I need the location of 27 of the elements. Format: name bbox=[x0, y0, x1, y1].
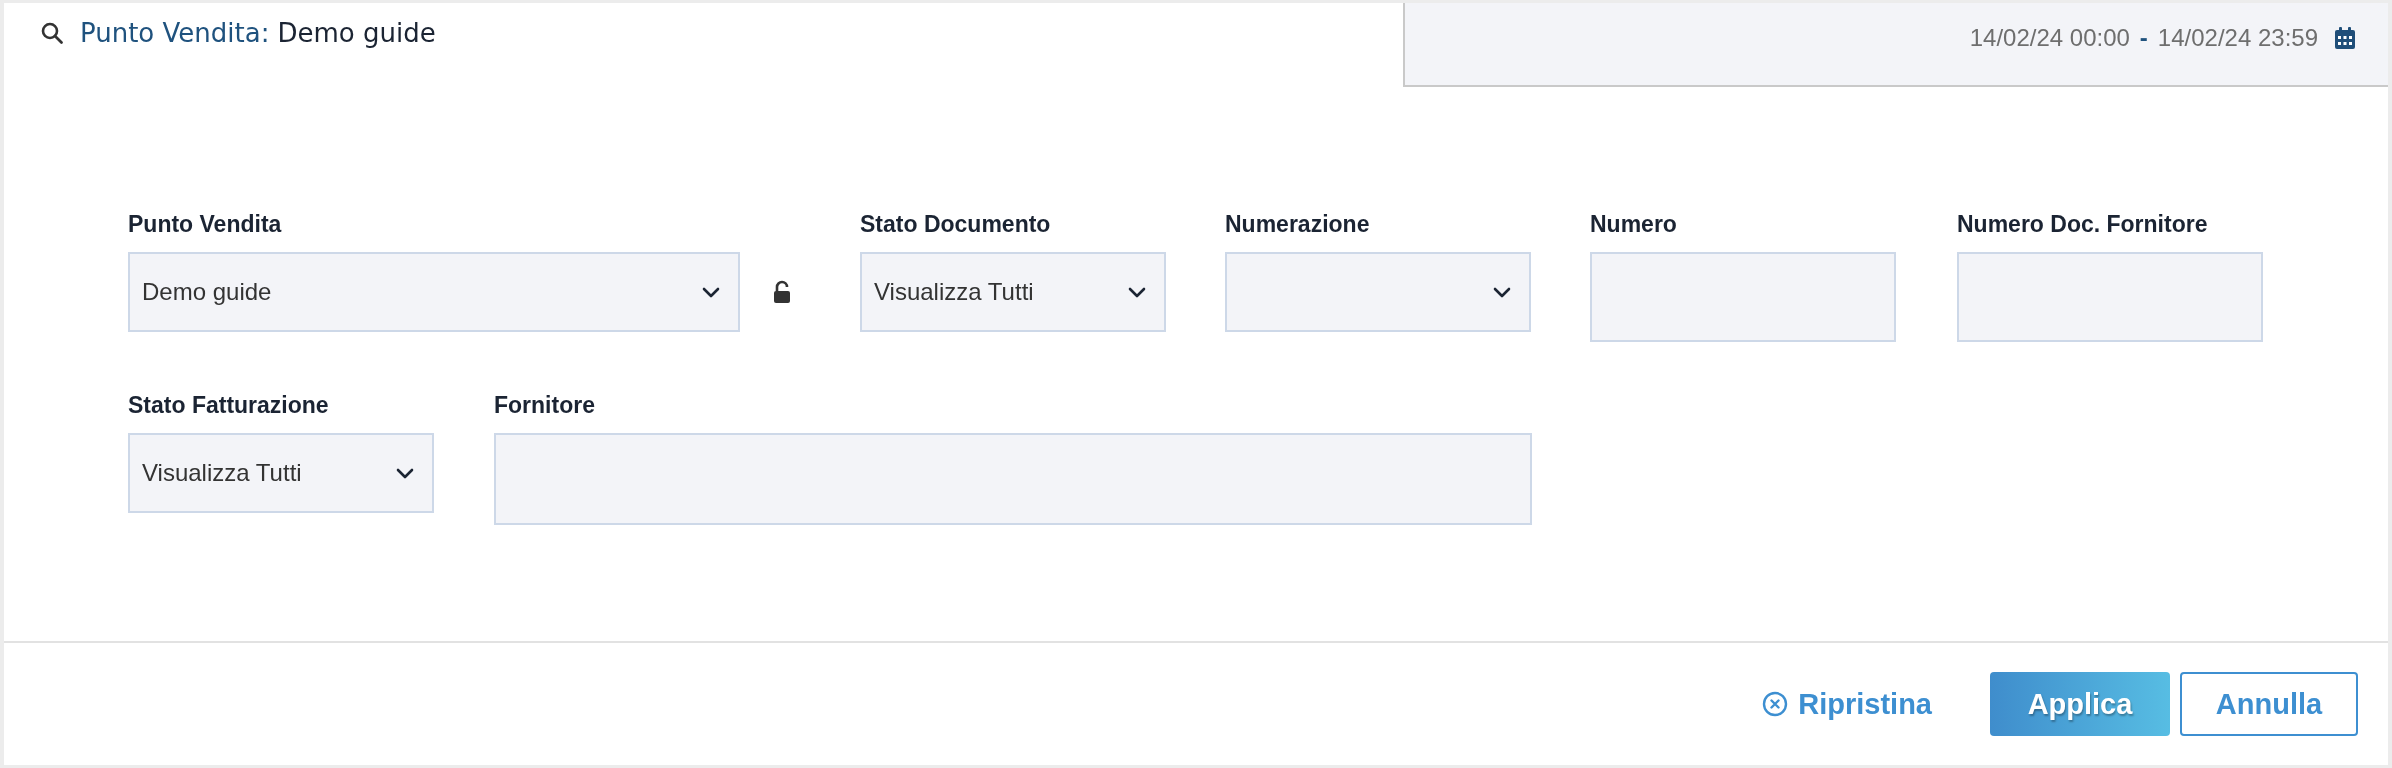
field-label: Numero Doc. Fornitore bbox=[1957, 211, 2209, 238]
field-label: Numero bbox=[1590, 211, 1678, 238]
filter-label: Punto Vendita: bbox=[80, 18, 270, 48]
dropdown-field[interactable]: Visualizza Tutti bbox=[128, 433, 434, 513]
text-input-field[interactable] bbox=[494, 433, 1532, 525]
dropdown-field[interactable]: Visualizza Tutti bbox=[860, 252, 1166, 332]
unlocked-padlock-icon[interactable] bbox=[773, 280, 791, 304]
field-label: Numerazione bbox=[1225, 211, 1371, 238]
chevron-down-icon bbox=[1493, 286, 1511, 298]
search-icon bbox=[40, 21, 64, 45]
field-label: Stato Documento bbox=[860, 211, 1052, 238]
chevron-down-icon bbox=[396, 467, 414, 479]
text-input-field[interactable] bbox=[1957, 252, 2263, 342]
date-start: 14/02/24 00:00 bbox=[1969, 24, 2130, 52]
date-end: 14/02/24 23:59 bbox=[2157, 24, 2318, 52]
chevron-down-icon bbox=[702, 286, 720, 298]
field-label: Fornitore bbox=[494, 392, 596, 419]
field-label: Punto Vendita bbox=[128, 211, 283, 238]
field-label: Stato Fatturazione bbox=[128, 392, 330, 419]
date-separator: - bbox=[2139, 24, 2148, 52]
filter-value: Demo guide bbox=[277, 18, 436, 48]
dropdown-field[interactable] bbox=[1225, 252, 1531, 332]
calendar-icon[interactable] bbox=[2334, 26, 2356, 50]
text-input-field[interactable] bbox=[1590, 252, 1896, 342]
chevron-down-icon bbox=[1128, 286, 1146, 298]
dropdown-field[interactable]: Demo guide bbox=[128, 252, 740, 332]
close-circle-icon bbox=[1762, 691, 1789, 717]
